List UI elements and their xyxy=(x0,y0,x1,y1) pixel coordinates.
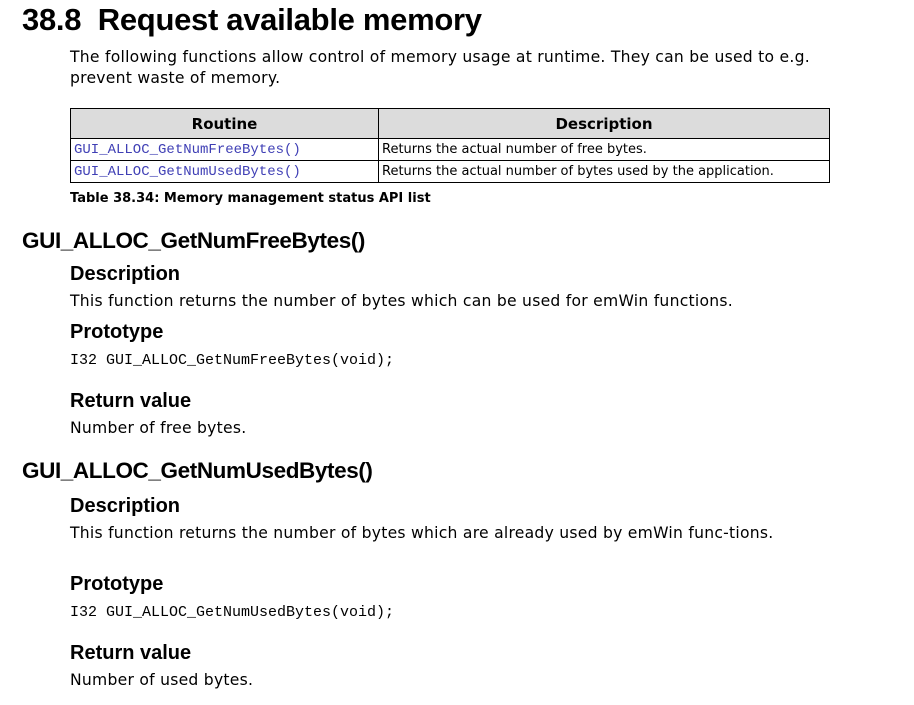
section-intro: The following functions allow control of… xyxy=(70,48,810,87)
function-title: GUI_ALLOC_GetNumUsedBytes() xyxy=(22,458,373,483)
routine-description: Returns the actual number of free bytes. xyxy=(378,138,830,161)
section-title: 38.8 Request available memory xyxy=(22,2,482,38)
routine-link[interactable]: GUI_ALLOC_GetNumUsedBytes() xyxy=(70,160,379,183)
return-value-heading: Return value xyxy=(70,642,192,664)
prototype-heading: Prototype xyxy=(70,321,164,343)
column-header-routine: Routine xyxy=(70,108,379,139)
routine-description: Returns the actual number of bytes used … xyxy=(378,160,830,183)
section-number: 38.8 xyxy=(22,2,82,37)
description-heading: Description xyxy=(70,263,181,285)
function-description: This function returns the number of byte… xyxy=(70,524,774,542)
api-table: Routine Description GUI_ALLOC_GetNumFree… xyxy=(70,108,830,183)
column-header-description: Description xyxy=(378,108,830,139)
table-caption: Table 38.34: Memory management status AP… xyxy=(70,191,431,206)
return-value-text: Number of used bytes. xyxy=(70,671,254,689)
table-row: GUI_ALLOC_GetNumFreeBytes() Returns the … xyxy=(70,138,830,161)
function-title: GUI_ALLOC_GetNumFreeBytes() xyxy=(22,228,366,253)
return-value-text: Number of free bytes. xyxy=(70,419,247,437)
function-prototype: I32 GUI_ALLOC_GetNumUsedBytes(void); xyxy=(70,604,395,621)
return-value-heading: Return value xyxy=(70,390,192,412)
table-row: GUI_ALLOC_GetNumUsedBytes() Returns the … xyxy=(70,160,830,183)
function-description: This function returns the number of byte… xyxy=(70,292,733,310)
description-heading: Description xyxy=(70,495,181,517)
section-title-text: Request available memory xyxy=(97,2,482,37)
table-header-row: Routine Description xyxy=(70,108,830,139)
routine-link[interactable]: GUI_ALLOC_GetNumFreeBytes() xyxy=(70,138,379,161)
function-prototype: I32 GUI_ALLOC_GetNumFreeBytes(void); xyxy=(70,352,395,369)
prototype-heading: Prototype xyxy=(70,573,164,595)
